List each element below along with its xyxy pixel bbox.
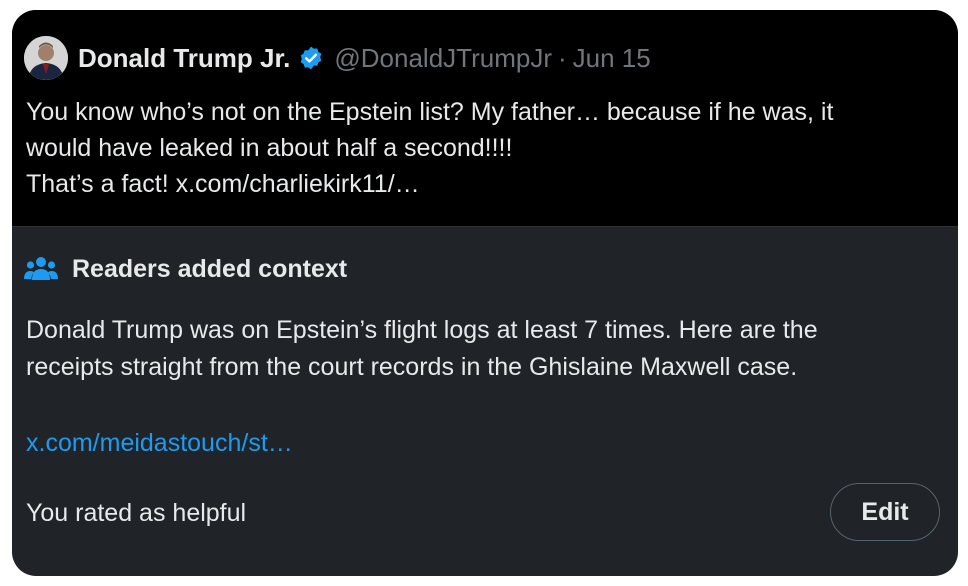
community-note-link[interactable]: x.com/meidastouch/st…	[26, 426, 293, 460]
divider	[12, 226, 958, 227]
verified-badge-icon[interactable]	[298, 45, 324, 71]
community-note-header: Readers added context	[24, 254, 347, 284]
author-handle[interactable]: @DonaldJTrumpJr	[334, 43, 552, 74]
avatar[interactable]	[24, 36, 68, 80]
tweet-text-line: would have leaked in about half a second…	[26, 134, 513, 162]
community-note-title: Readers added context	[72, 254, 348, 283]
edit-button[interactable]: Edit	[830, 483, 940, 541]
rating-status: You rated as helpful	[26, 499, 247, 527]
author-name[interactable]: Donald Trump Jr.	[78, 43, 290, 74]
tweet[interactable]: Donald Trump Jr. @DonaldJTrumpJr · Jun 1…	[12, 10, 958, 226]
separator-dot: ·	[557, 42, 567, 73]
tweet-text-line: You know who’s not on the Epstein list? …	[26, 98, 834, 126]
community-note-text: Donald Trump was on Epstein’s flight log…	[26, 312, 952, 386]
post-date[interactable]: Jun 15	[573, 43, 651, 74]
note-text-line: receipts straight from the court records…	[26, 353, 798, 381]
people-icon	[24, 256, 58, 282]
tweet-text-line: That’s a fact! x.com/charliekirk11/…	[26, 170, 420, 198]
note-text-line: Donald Trump was on Epstein’s flight log…	[26, 316, 818, 344]
post-card: Donald Trump Jr. @DonaldJTrumpJr · Jun 1…	[12, 10, 958, 576]
tweet-header: Donald Trump Jr. @DonaldJTrumpJr · Jun 1…	[78, 38, 651, 78]
tweet-text: You know who’s not on the Epstein list? …	[26, 94, 952, 202]
